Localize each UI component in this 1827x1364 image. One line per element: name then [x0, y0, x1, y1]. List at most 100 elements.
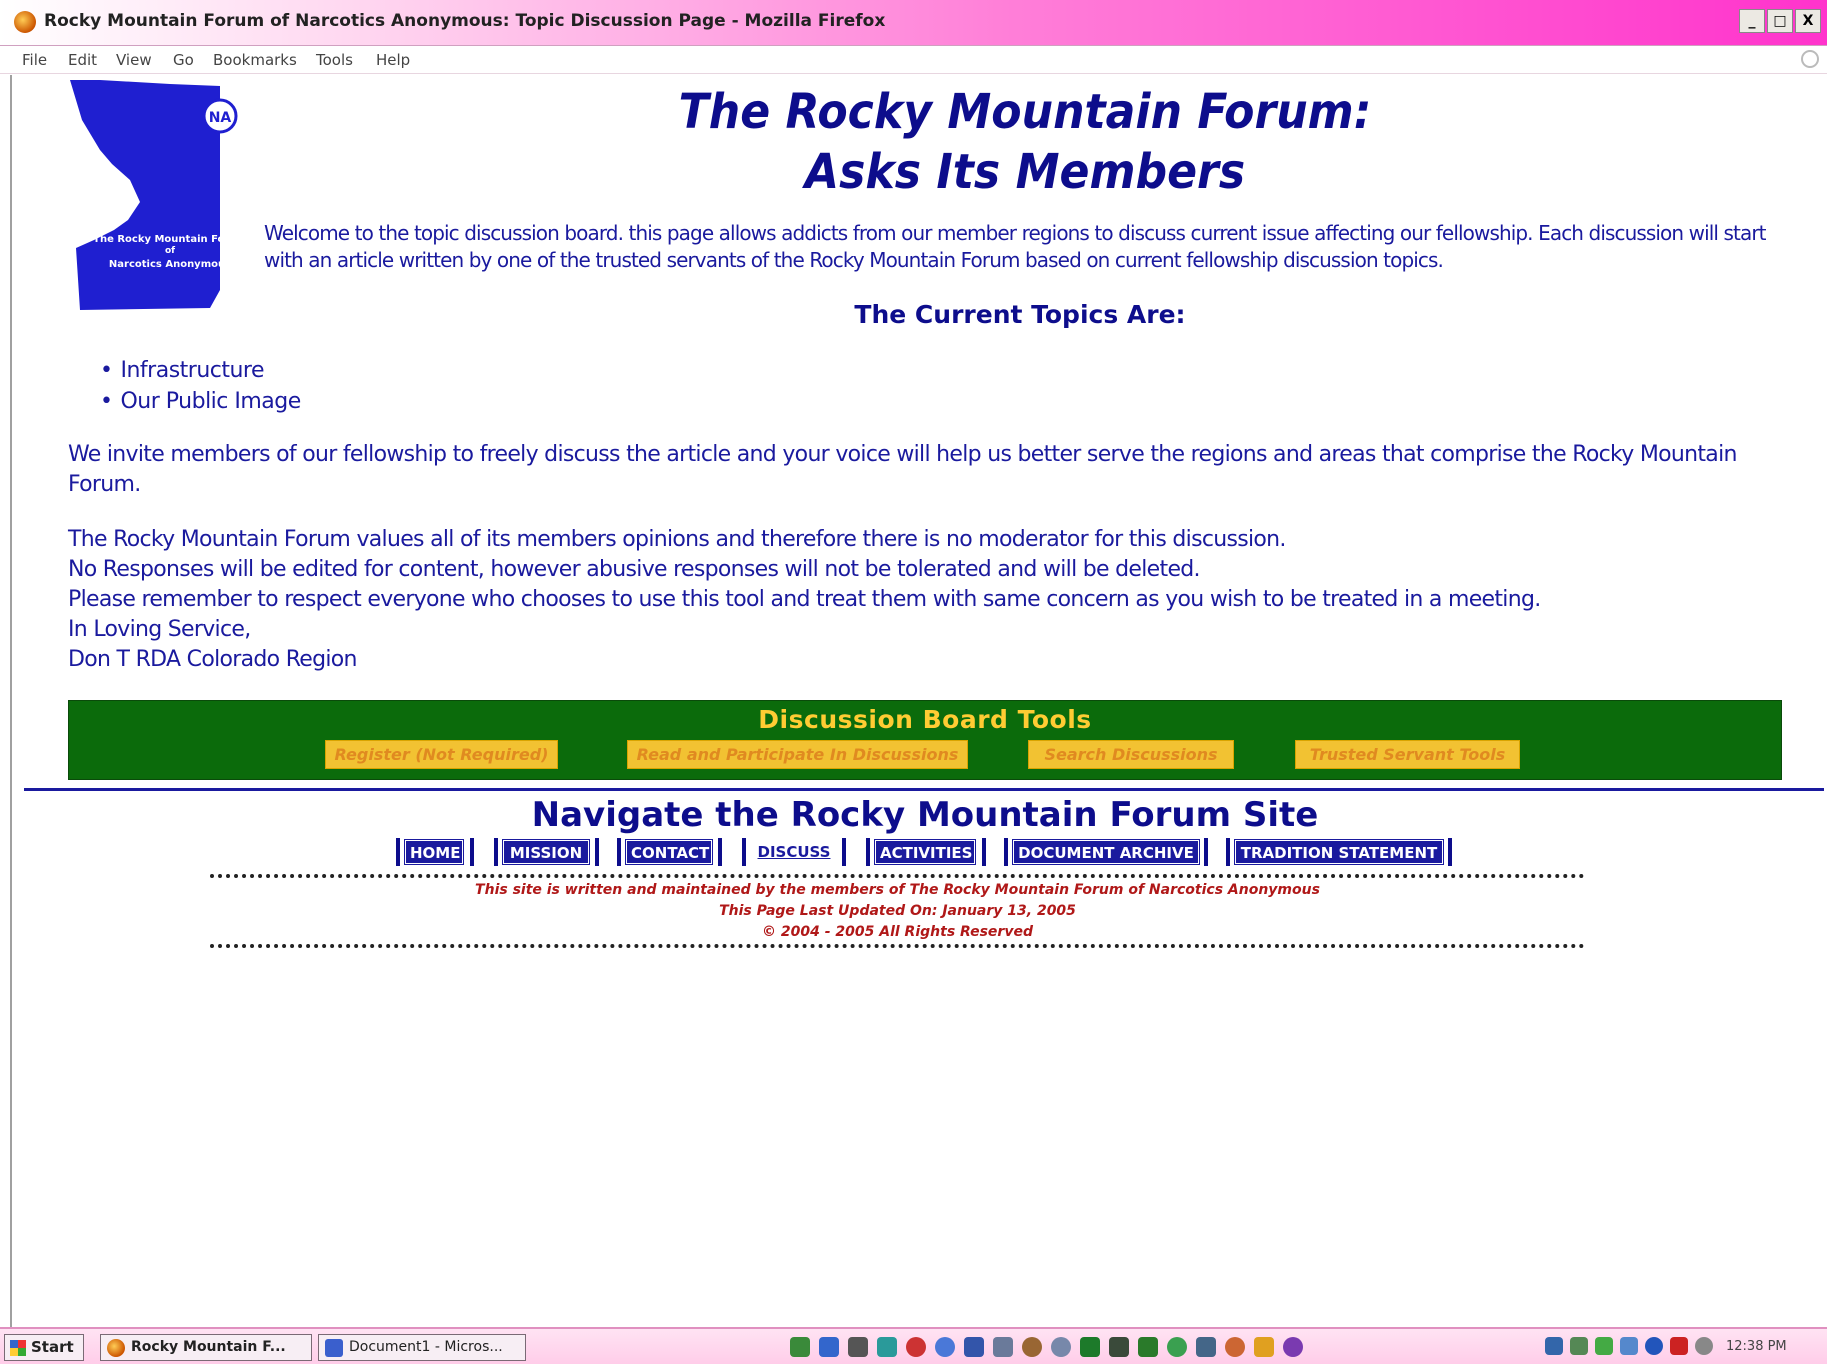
page-title: The Rocky Mountain Forum: Asks Its Membe…: [597, 82, 1453, 202]
values-paragraph: The Rocky Mountain Forum values all of i…: [68, 525, 1768, 675]
values-line-responses: No Responses will be edited for content,…: [68, 557, 1201, 582]
quicklaunch-app-icon[interactable]: [790, 1337, 810, 1357]
close-button[interactable]: X: [1795, 9, 1821, 33]
tray-app-icon[interactable]: [1620, 1337, 1638, 1355]
quicklaunch-app-icon[interactable]: [964, 1337, 984, 1357]
excel-icon[interactable]: [1080, 1337, 1100, 1357]
taskbar-firefox-label: Rocky Mountain F...: [131, 1339, 286, 1355]
quicklaunch-app-icon[interactable]: [1022, 1337, 1042, 1357]
menu-bookmarks[interactable]: Bookmarks: [213, 51, 297, 69]
nav-link-mission[interactable]: MISSION: [502, 839, 590, 865]
taskbar-word-label: Document1 - Micros...: [349, 1339, 503, 1355]
nav-separator: [866, 838, 870, 866]
quicklaunch-app-icon[interactable]: [1051, 1337, 1071, 1357]
tray-app-icon[interactable]: [1645, 1337, 1663, 1355]
nav-separator: [1448, 838, 1452, 866]
menu-go[interactable]: Go: [173, 51, 194, 69]
menu-bar: File Edit View Go Bookmarks Tools Help: [0, 46, 1827, 74]
nav-link-document-archive[interactable]: DOCUMENT ARCHIVE: [1012, 839, 1200, 865]
volume-icon[interactable]: [1695, 1337, 1713, 1355]
menu-tools[interactable]: Tools: [316, 51, 353, 69]
quick-launch-bar: [790, 1337, 1303, 1357]
search-discussions-button[interactable]: Search Discussions: [1028, 740, 1234, 769]
menu-file[interactable]: File: [22, 51, 47, 69]
trusted-servant-tools-button[interactable]: Trusted Servant Tools: [1295, 740, 1520, 769]
quicklaunch-app-icon[interactable]: [1109, 1337, 1129, 1357]
signature-line: Don T RDA Colorado Region: [68, 647, 358, 672]
quicklaunch-app-icon[interactable]: [935, 1337, 955, 1357]
tray-app-icon[interactable]: [1570, 1337, 1588, 1355]
start-label: Start: [31, 1338, 74, 1356]
tray-network-icon[interactable]: [1545, 1337, 1563, 1355]
quicklaunch-app-icon[interactable]: [877, 1337, 897, 1357]
quicklaunch-app-icon[interactable]: [1167, 1337, 1187, 1357]
intro-paragraph: Welcome to the topic discussion board. t…: [264, 221, 1767, 272]
forum-logo-map: NA The Rocky Mountain Forum of Narcotics…: [70, 80, 247, 310]
footer-updated-line: This Page Last Updated On: January 13, 2…: [719, 903, 1076, 919]
menu-help[interactable]: Help: [376, 51, 410, 69]
values-line-respect: Please remember to respect everyone who …: [68, 587, 1541, 612]
nav-separator: [470, 838, 474, 866]
word-document-icon: [325, 1339, 343, 1357]
quicklaunch-app-icon[interactable]: [906, 1337, 926, 1357]
nav-separator: [595, 838, 599, 866]
read-participate-button[interactable]: Read and Participate In Discussions: [627, 740, 968, 769]
nav-separator: [1204, 838, 1208, 866]
invite-paragraph: We invite members of our fellowship to f…: [68, 442, 1737, 497]
maximize-button[interactable]: □: [1767, 9, 1793, 33]
tray-app-icon[interactable]: [1670, 1337, 1688, 1355]
footer-copyright-line: © 2004 - 2005 All Rights Reserved: [762, 924, 1033, 940]
topic-item-public-image: Our Public Image: [100, 386, 301, 417]
window-title-bar[interactable]: Rocky Mountain Forum of Narcotics Anonym…: [0, 0, 1827, 46]
page-title-line2: Asks Its Members: [804, 144, 1246, 200]
page-title-line1: The Rocky Mountain Forum:: [678, 84, 1372, 140]
nav-separator: [742, 838, 746, 866]
nav-link-contact[interactable]: CONTACT: [625, 839, 713, 865]
footer-divider-top: [210, 874, 1585, 878]
taskbar-firefox-window[interactable]: Rocky Mountain F...: [100, 1334, 312, 1361]
nav-separator: [494, 838, 498, 866]
nav-separator: [718, 838, 722, 866]
windows-logo-icon: [10, 1340, 26, 1356]
quicklaunch-app-icon[interactable]: [1225, 1337, 1245, 1357]
nav-link-discuss[interactable]: DISCUSS: [751, 840, 837, 864]
nav-separator: [1004, 838, 1008, 866]
taskbar-clock: 12:38 PM: [1726, 1338, 1787, 1354]
logo-text-line3: Narcotics Anonymous: [109, 259, 231, 270]
firefox-icon: [107, 1339, 125, 1357]
nav-separator: [1226, 838, 1230, 866]
tray-app-icon[interactable]: [1595, 1337, 1613, 1355]
nav-separator: [396, 838, 400, 866]
register-button[interactable]: Register (Not Required): [325, 740, 558, 769]
tools-heading: Discussion Board Tools: [758, 705, 1092, 734]
menu-view[interactable]: View: [116, 51, 152, 69]
signoff-line: In Loving Service,: [68, 617, 251, 642]
window-controls: _ □ X: [1739, 9, 1821, 33]
throbber-icon: [1801, 50, 1819, 68]
nav-link-activities[interactable]: ACTIVITIES: [874, 839, 976, 865]
nav-separator: [617, 838, 621, 866]
values-line-moderator: The Rocky Mountain Forum values all of i…: [68, 527, 1286, 552]
start-button[interactable]: Start: [4, 1334, 84, 1361]
quicklaunch-app-icon[interactable]: [1196, 1337, 1216, 1357]
nav-link-tradition-statement[interactable]: TRADITION STATEMENT: [1234, 839, 1444, 865]
logo-text-line1: The Rocky Mountain Forum: [93, 234, 247, 245]
logo-text-line2: of: [165, 246, 175, 256]
quicklaunch-app-icon[interactable]: [1283, 1337, 1303, 1357]
topics-list: Infrastructure Our Public Image: [100, 355, 301, 417]
quicklaunch-app-icon[interactable]: [819, 1337, 839, 1357]
taskbar: Start Rocky Mountain F... Document1 - Mi…: [0, 1327, 1827, 1364]
quicklaunch-app-icon[interactable]: [1254, 1337, 1274, 1357]
menu-edit[interactable]: Edit: [68, 51, 97, 69]
nav-link-home[interactable]: HOME: [404, 839, 464, 865]
forum-logo: NA The Rocky Mountain Forum of Narcotics…: [70, 80, 270, 310]
quicklaunch-app-icon[interactable]: [993, 1337, 1013, 1357]
discussion-tools-panel: Discussion Board Tools Register (Not Req…: [68, 700, 1782, 780]
minimize-button[interactable]: _: [1739, 9, 1765, 33]
topics-heading: The Current Topics Are:: [854, 300, 1186, 329]
quicklaunch-app-icon[interactable]: [848, 1337, 868, 1357]
window-title: Rocky Mountain Forum of Narcotics Anonym…: [44, 11, 886, 31]
taskbar-word-window[interactable]: Document1 - Micros...: [318, 1334, 526, 1361]
quicklaunch-app-icon[interactable]: [1138, 1337, 1158, 1357]
footer: This site is written and maintained by t…: [210, 880, 1585, 943]
